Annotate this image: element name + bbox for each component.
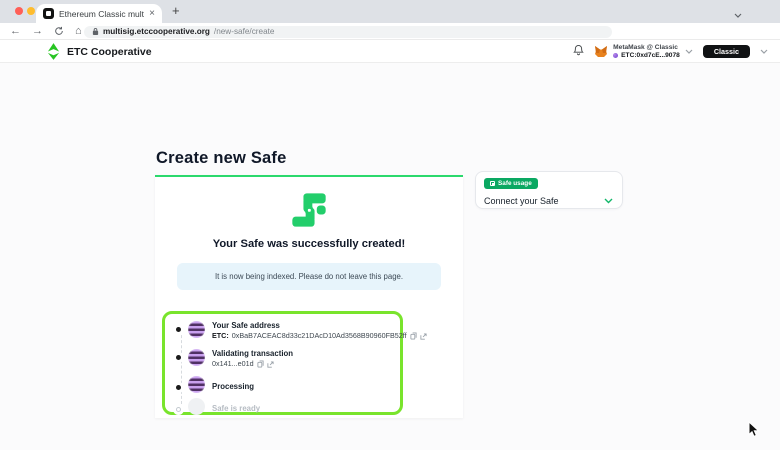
safe-usage-icon <box>490 181 495 186</box>
address-bar[interactable]: multisig.etccooperative.org/new-safe/cre… <box>84 26 612 38</box>
url-domain: multisig.etccooperative.org <box>103 27 210 36</box>
network-chevron-down-icon[interactable] <box>760 49 768 55</box>
indexing-info-banner: It is now being indexed. Please do not l… <box>177 263 441 290</box>
lock-icon <box>92 27 99 36</box>
step-validating-transaction: Validating transaction 0x141...e01d <box>176 349 293 368</box>
close-window-button[interactable] <box>15 7 23 15</box>
url-path: /new-safe/create <box>214 27 275 36</box>
external-link-icon[interactable] <box>267 361 274 368</box>
step-title: Validating transaction <box>212 350 293 358</box>
notifications-bell-icon[interactable] <box>573 43 584 61</box>
step-done-dot <box>176 327 181 332</box>
safe-logo-icon <box>289 190 329 230</box>
new-tab-button[interactable]: + <box>172 4 180 17</box>
minimize-window-button[interactable] <box>27 7 35 15</box>
safe-creation-card: Your Safe was successfully created! It i… <box>155 175 463 418</box>
page-title: Create new Safe <box>156 149 286 168</box>
step-done-dot <box>176 355 181 360</box>
tab-close-icon[interactable]: × <box>149 9 155 19</box>
transaction-identicon <box>188 349 205 366</box>
pending-identicon <box>188 398 205 415</box>
step-pending-dot <box>176 407 181 412</box>
browser-tab[interactable]: Ethereum Classic multisig – C… × <box>36 4 162 23</box>
connect-your-safe-dropdown[interactable]: Connect your Safe <box>484 196 613 206</box>
wallet-chip[interactable]: MetaMask @ Classic ETC:0xd7cE...9078 <box>594 44 693 60</box>
wallet-chevron-down-icon <box>685 49 693 55</box>
reload-button[interactable] <box>54 26 64 36</box>
step-processing: Processing <box>176 376 254 393</box>
address-prefix: ETC: <box>212 332 229 340</box>
connect-safe-widget: Safe usage Connect your Safe <box>475 171 623 209</box>
safe-usage-label: Safe usage <box>498 180 532 187</box>
back-button[interactable]: ← <box>10 26 21 37</box>
step-safe-address: Your Safe address ETC:0xBaB7ACEAC8d33c21… <box>176 321 427 340</box>
brand[interactable]: ETC Cooperative <box>47 40 152 63</box>
etc-logo-icon <box>47 43 60 60</box>
copy-icon[interactable] <box>257 360 264 368</box>
indexing-info-text: It is now being indexed. Please do not l… <box>215 272 403 281</box>
wallet-account-address: ETC:0xd7cE...9078 <box>621 52 680 60</box>
safe-favicon-icon <box>43 8 54 19</box>
app-header: ETC Cooperative MetaMask @ Classic ETC:0… <box>0 40 780 63</box>
processing-identicon <box>188 376 205 393</box>
step-safe-ready: Safe is ready <box>176 398 260 415</box>
step-title: Safe is ready <box>212 405 260 413</box>
safe-address-identicon <box>188 321 205 338</box>
step-done-dot <box>176 385 181 390</box>
tab-search-chevron-icon[interactable] <box>734 6 742 24</box>
brand-name: ETC Cooperative <box>67 46 152 58</box>
page-body: Create new Safe Your Safe was successful… <box>0 63 780 450</box>
browser-toolbar: ← → ⌂ multisig.etccooperative.org/new-sa… <box>0 23 780 40</box>
external-link-icon[interactable] <box>420 333 427 340</box>
success-message: Your Safe was successfully created! <box>155 238 463 250</box>
safe-usage-badge[interactable]: Safe usage <box>484 178 538 189</box>
copy-icon[interactable] <box>410 332 417 340</box>
metamask-fox-icon <box>594 45 608 58</box>
connect-chevron-down-icon <box>604 198 613 204</box>
safe-address-value: 0xBaB7ACEAC8d33c21DAcD10Ad3568B90960FB52… <box>232 332 407 340</box>
mouse-cursor <box>748 421 760 438</box>
connect-label: Connect your Safe <box>484 196 559 206</box>
home-button[interactable]: ⌂ <box>75 26 82 37</box>
network-selector-button[interactable]: Classic <box>703 45 750 58</box>
account-identicon <box>613 53 618 58</box>
creation-steps-panel: Your Safe address ETC:0xBaB7ACEAC8d33c21… <box>162 311 403 415</box>
browser-tabstrip: Ethereum Classic multisig – C… × + <box>0 0 780 23</box>
step-title: Processing <box>212 383 254 391</box>
transaction-hash-value: 0x141...e01d <box>212 360 254 368</box>
forward-button[interactable]: → <box>32 26 43 37</box>
step-title: Your Safe address <box>212 322 427 330</box>
wallet-provider-label: MetaMask @ Classic <box>613 44 680 52</box>
tab-title: Ethereum Classic multisig – C… <box>59 9 144 19</box>
